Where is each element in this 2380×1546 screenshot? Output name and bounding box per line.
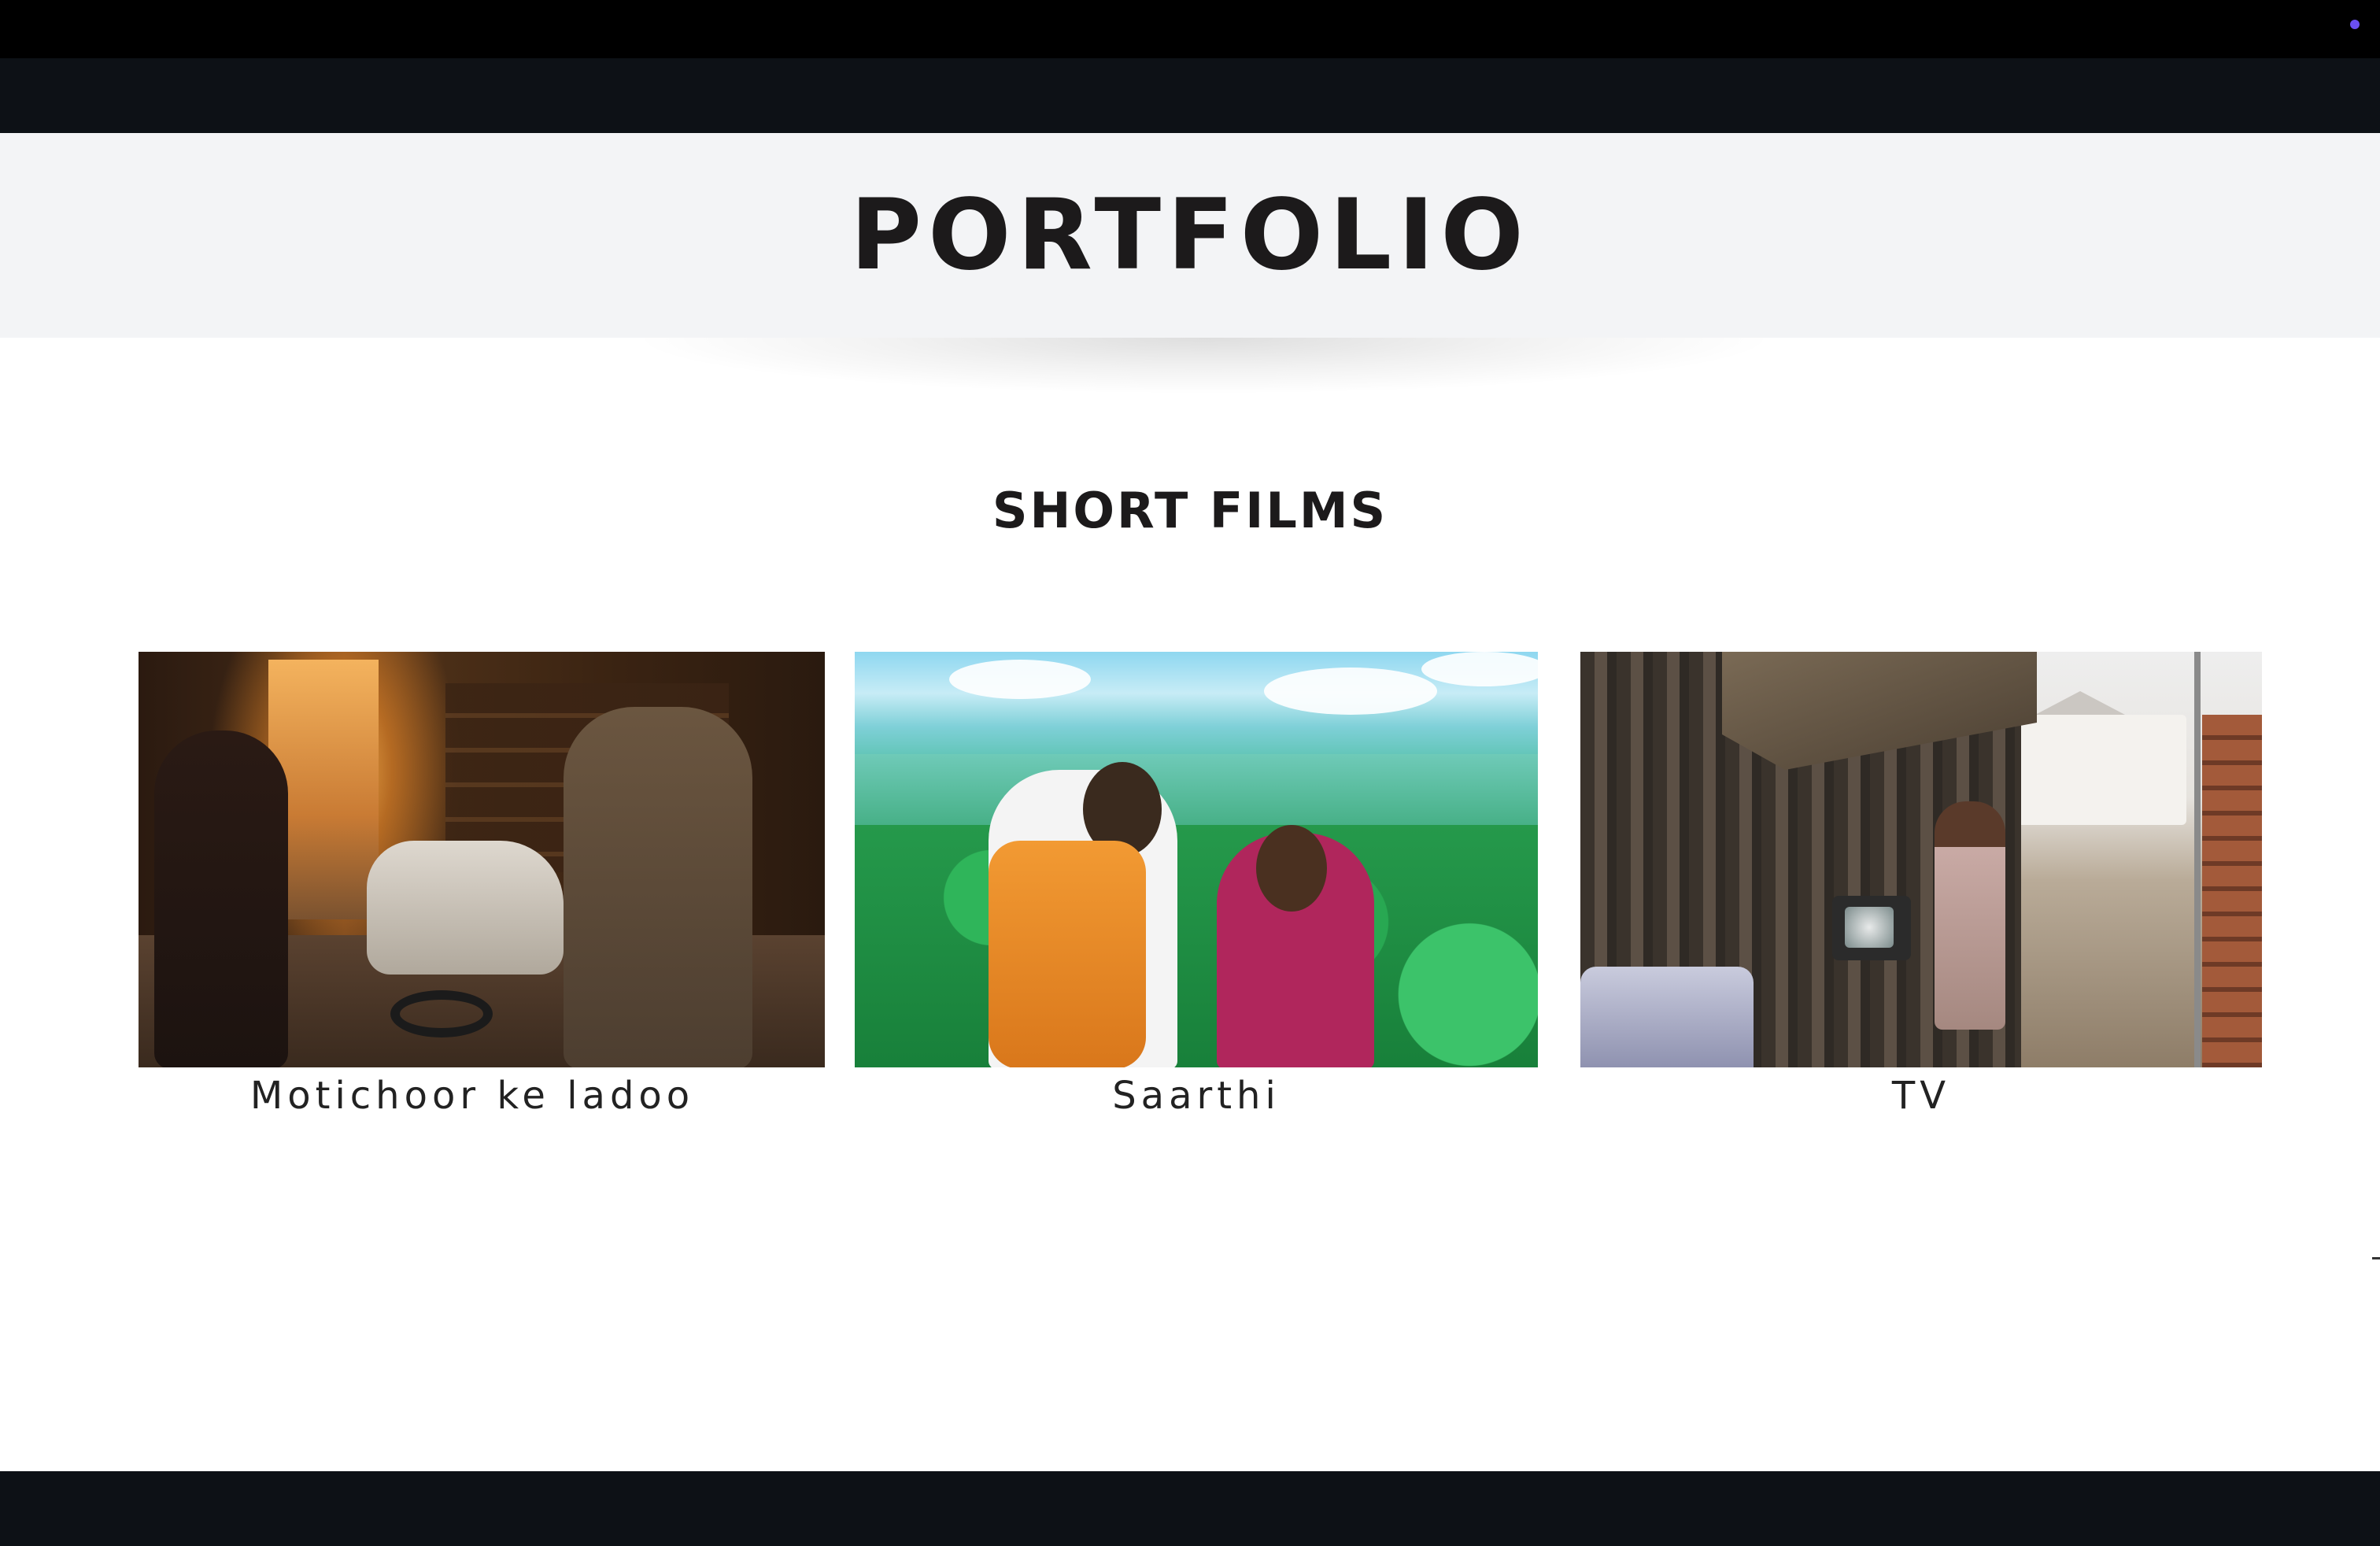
jungle-vista-image[interactable] (855, 652, 1538, 1067)
site-navbar (0, 58, 2380, 133)
film-card-motichoor-ke-ladoo[interactable]: Motichoor ke ladoo (139, 652, 825, 1121)
site-footer (0, 1471, 2380, 1546)
hero-shadow (645, 338, 1763, 393)
hut-and-house-image[interactable] (1580, 652, 2262, 1067)
film-card-tv[interactable]: TV (1580, 652, 2262, 1121)
status-dot-icon (2350, 20, 2360, 29)
film-card-saarthi[interactable]: Saarthi (855, 652, 1538, 1121)
garage-scene-image[interactable] (139, 652, 825, 1067)
browser-top-strip (0, 0, 2380, 58)
scroll-edge-marker (2372, 1257, 2380, 1259)
film-title[interactable]: Saarthi (855, 1071, 1538, 1121)
portfolio-hero: PORTFOLIO (0, 133, 2380, 338)
section-title-short-films: SHORT FILMS (992, 482, 1388, 539)
film-title[interactable]: TV (1580, 1071, 2262, 1121)
film-title[interactable]: Motichoor ke ladoo (139, 1071, 806, 1121)
page-title: PORTFOLIO (850, 179, 1530, 292)
